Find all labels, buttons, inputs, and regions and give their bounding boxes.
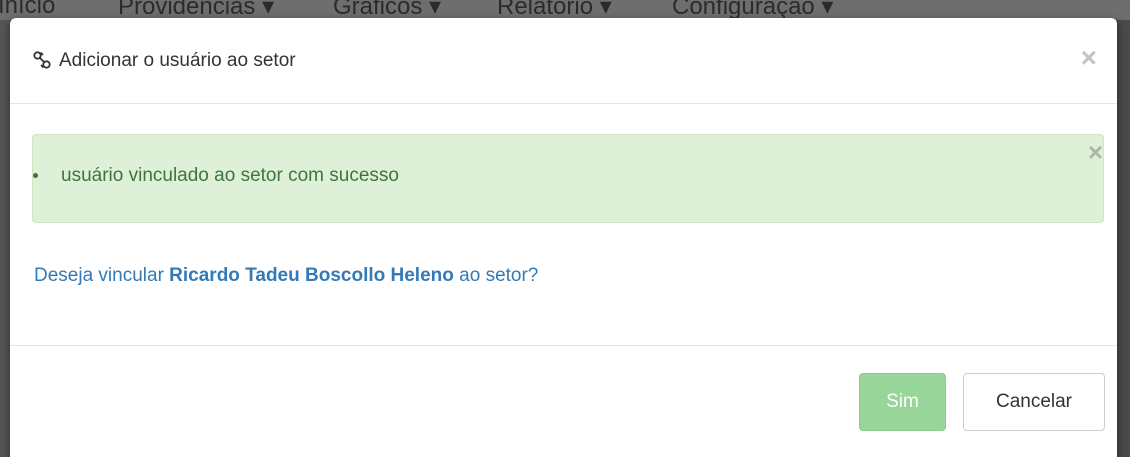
add-user-to-sector-modal: Adicionar o usuário ao setor × usuário v… <box>10 18 1117 457</box>
modal-close-button[interactable]: × <box>1081 44 1097 72</box>
alert-close-button[interactable]: × <box>1088 139 1103 165</box>
nav-item-relatorio: Relatório ▾ <box>497 0 612 20</box>
user-name: Ricardo Tadeu Boscollo Heleno <box>169 265 454 286</box>
confirm-button[interactable]: Sim <box>859 373 946 431</box>
cancel-button[interactable]: Cancelar <box>963 373 1105 431</box>
link-icon <box>33 51 51 69</box>
modal-title: Adicionar o usuário ao setor <box>59 50 296 71</box>
question-suffix: ao setor? <box>453 265 539 286</box>
nav-item-providencias: Providências ▾ <box>118 0 275 20</box>
alert-message: usuário vinculado ao setor com sucesso <box>61 165 399 186</box>
background-page <box>0 20 10 457</box>
modal-footer: Sim Cancelar <box>10 345 1117 457</box>
question-prefix: Deseja vincular <box>34 265 170 286</box>
success-alert: usuário vinculado ao setor com sucesso × <box>32 134 1104 223</box>
nav-item-configuracao: Configuração ▾ <box>672 0 834 20</box>
background-navbar: Início Providências ▾ Gráficos ▾ Relatór… <box>0 0 1130 20</box>
nav-item-inicio: Início <box>0 0 56 19</box>
nav-item-graficos: Gráficos ▾ <box>333 0 442 20</box>
modal-header: Adicionar o usuário ao setor × <box>10 18 1117 104</box>
bullet-icon <box>33 173 38 178</box>
confirmation-question: Deseja vincular Ricardo Tadeu Boscollo H… <box>34 265 538 287</box>
